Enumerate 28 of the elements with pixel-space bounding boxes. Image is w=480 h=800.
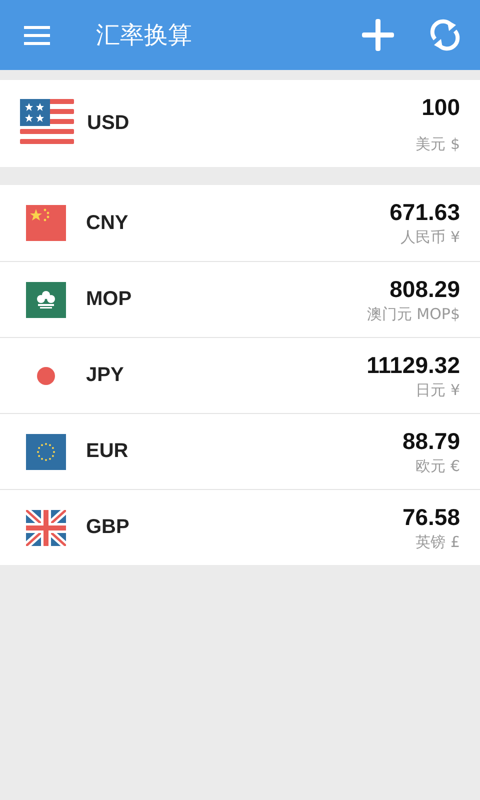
amount: 88.79 [402, 428, 460, 454]
currency-name: 日元 ¥ [416, 380, 460, 400]
currency-name: 欧元 € [416, 456, 460, 476]
refresh-icon[interactable] [430, 19, 460, 51]
currency-code: CNY [86, 212, 128, 234]
currency-row[interactable]: EUR 88.79 欧元 € [0, 413, 480, 489]
currency-code: USD [87, 112, 130, 135]
amount: 671.63 [390, 199, 460, 226]
app-title: 汇率换算 [96, 20, 193, 51]
amount: 808.29 [390, 276, 460, 302]
currency-code: EUR [86, 440, 128, 463]
menu-icon[interactable] [24, 25, 50, 45]
currency-name: 英镑 £ [416, 532, 460, 552]
amount: 100 [422, 94, 460, 120]
currency-name: 澳门元 MOP$ [366, 304, 460, 324]
plus-icon[interactable] [362, 19, 394, 51]
currency-name: 美元 $ [416, 134, 460, 154]
currency-row[interactable]: JPY 11129.32 日元 ¥ [0, 337, 480, 413]
amount: 11129.32 [366, 352, 460, 378]
currency-code: GBP [86, 516, 130, 539]
currency-code: JPY [86, 364, 124, 387]
amount: 76.58 [402, 504, 460, 530]
currency-row[interactable]: CNY 671.63 人民币 ¥ [0, 185, 480, 261]
currency-row[interactable]: MOP 808.29 澳门元 MOP$ [0, 261, 480, 337]
currency-code: MOP [86, 288, 132, 311]
currency-name: 人民币 ¥ [400, 228, 460, 247]
currency-row[interactable]: GBP 76.58 英镑 £ [0, 489, 480, 565]
base-currency-row[interactable]: USD 100 美元 $ [0, 80, 480, 167]
